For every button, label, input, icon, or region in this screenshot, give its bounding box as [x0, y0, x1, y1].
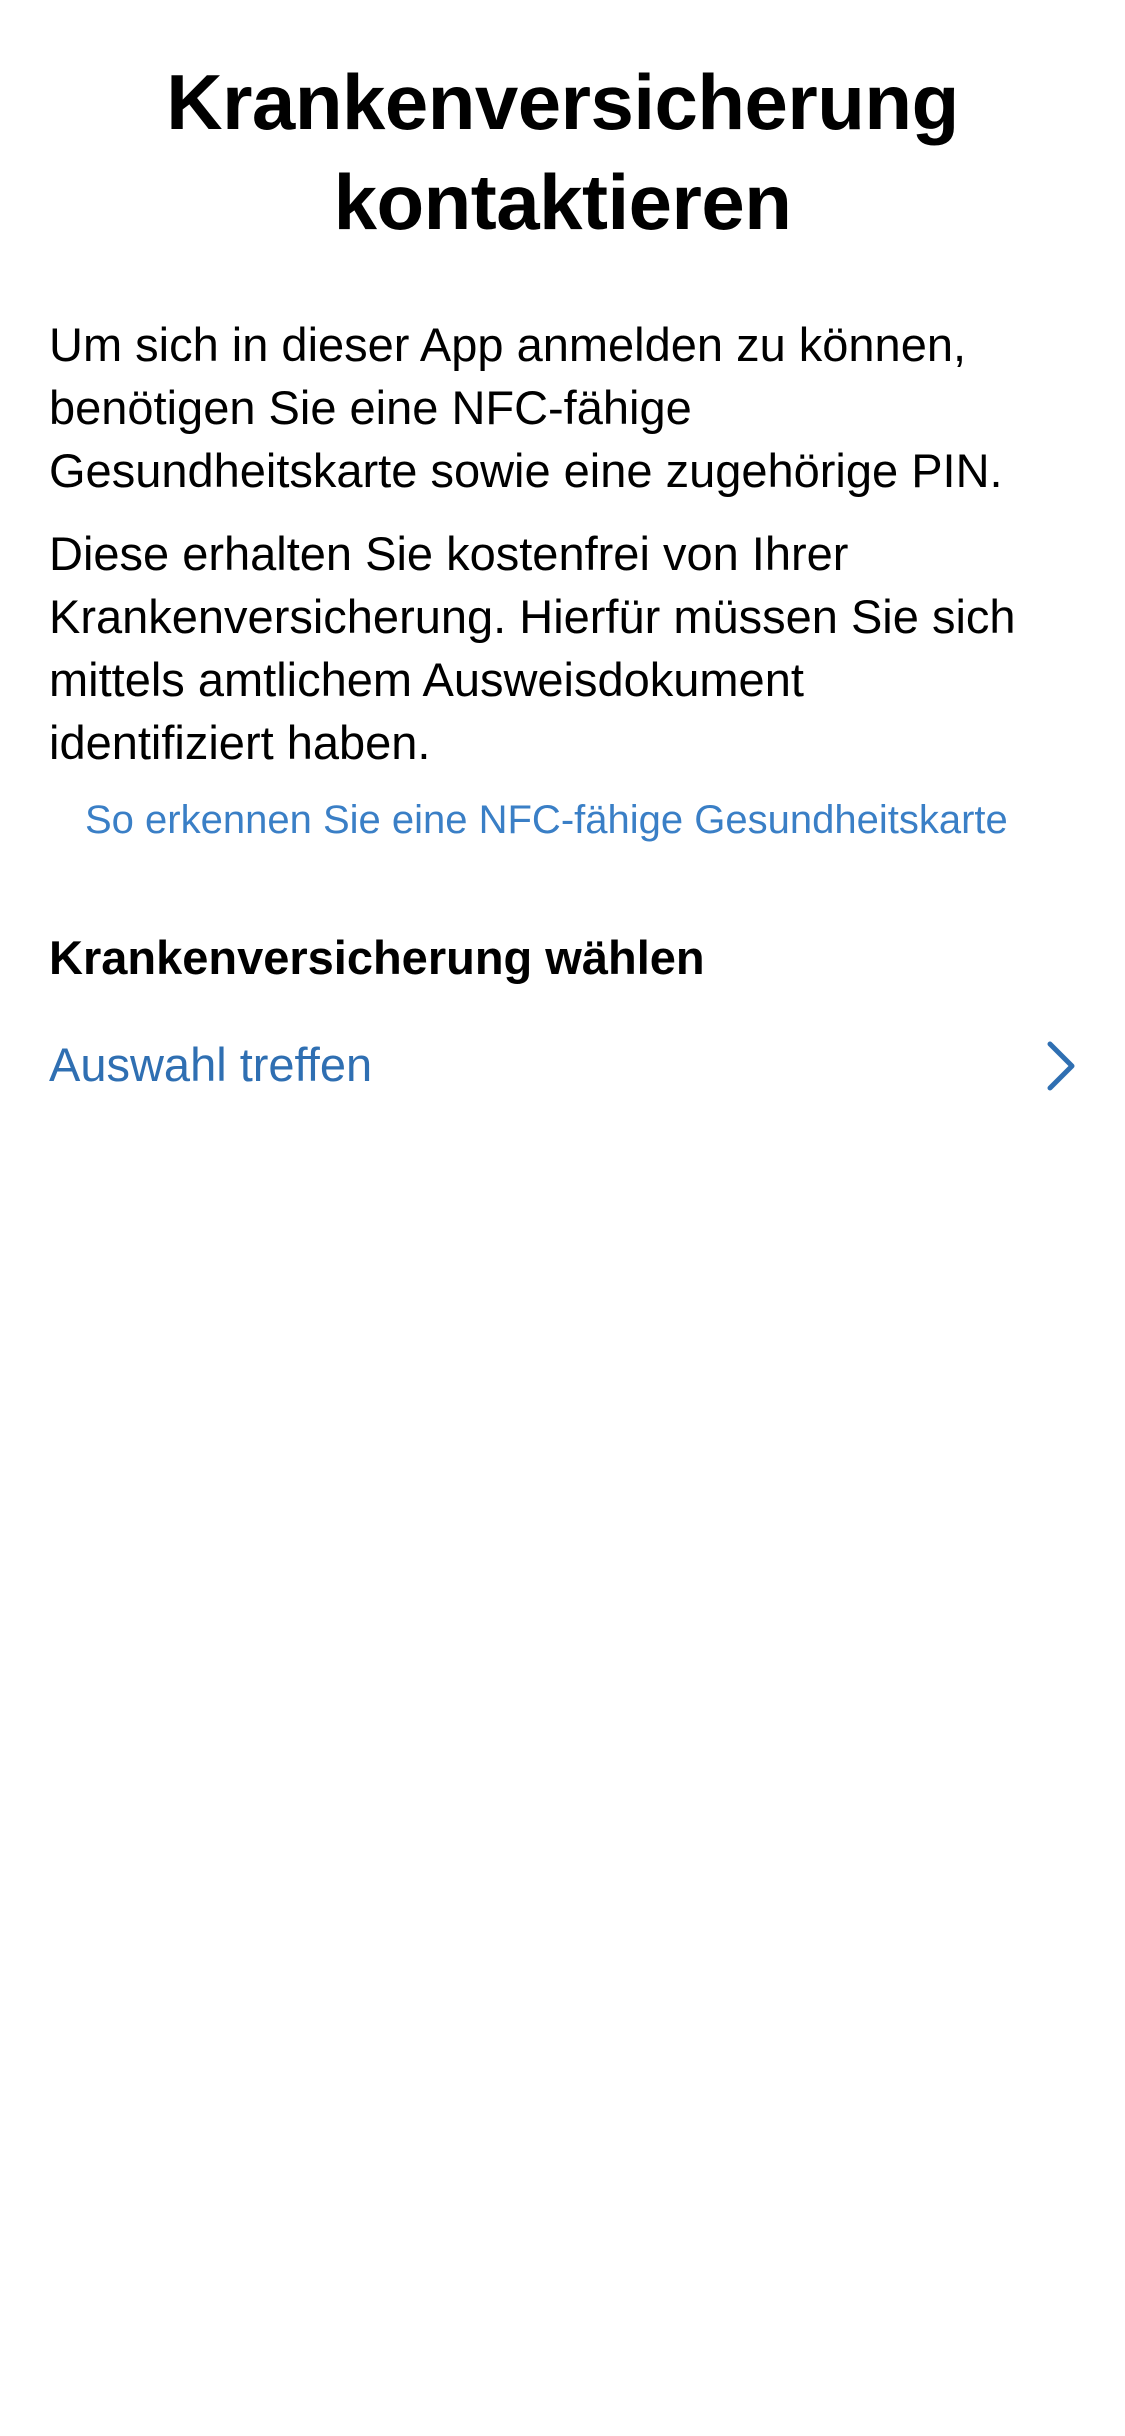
chevron-right-icon: [1047, 1041, 1075, 1091]
intro-paragraph-requirements: Um sich in dieser App anmelden zu können…: [49, 313, 1085, 502]
page-title-line-1: Krankenversicherung: [166, 58, 959, 146]
intro-paragraph-line: identifiziert haben.: [49, 716, 431, 769]
insurance-select-row[interactable]: Auswahl treffen: [0, 1020, 1125, 1110]
intro-paragraph-line: Krankenversicherung. Hierfür müssen Sie …: [49, 590, 1016, 643]
intro-paragraph-line: Diese erhalten Sie kostenfrei von Ihrer: [49, 527, 849, 580]
insurance-select-label: Auswahl treffen: [49, 1038, 373, 1091]
intro-paragraph-line: Um sich in dieser App anmelden zu können…: [49, 318, 967, 371]
page-title-line-2: kontaktieren: [333, 158, 792, 246]
page-title: Krankenversicherung kontaktieren: [40, 52, 1085, 252]
insurance-section-heading: Krankenversicherung wählen: [49, 931, 705, 984]
intro-paragraph-line: mittels amtlichem Ausweisdokument: [49, 653, 804, 706]
intro-paragraph-line: benötigen Sie eine NFC-fähige: [49, 381, 692, 434]
intro-paragraph-line: Gesundheitskarte sowie eine zugehörige P…: [49, 444, 1003, 497]
screen: Krankenversicherung kontaktieren Um sich…: [0, 0, 1125, 2436]
intro-paragraph-identification: Diese erhalten Sie kostenfrei von Ihrer …: [49, 522, 1085, 774]
nfc-card-info-link[interactable]: So erkennen Sie eine NFC-fähige Gesundhe…: [85, 792, 1008, 848]
